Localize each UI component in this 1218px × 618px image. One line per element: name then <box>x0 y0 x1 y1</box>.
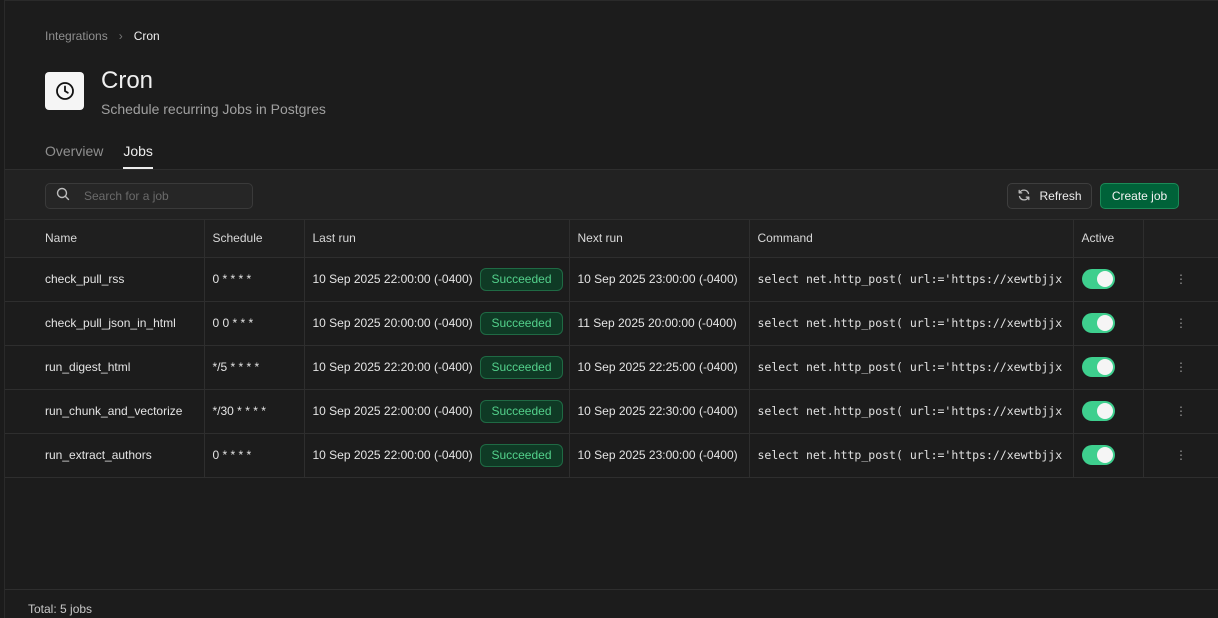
job-next-run: 10 Sep 2025 23:00:00 (-0400) <box>569 433 750 478</box>
job-name: check_pull_json_in_html <box>5 301 205 346</box>
refresh-icon <box>1017 188 1031 205</box>
column-header-last-run[interactable]: Last run <box>304 220 570 258</box>
status-badge: Succeeded <box>480 267 563 291</box>
jobs-toolbar: Refresh Create job <box>5 169 1218 220</box>
job-next-run: 10 Sep 2025 23:00:00 (-0400) <box>569 257 750 302</box>
main-frame: Integrations › Cron Cron Schedule recurr… <box>4 0 1218 618</box>
table-header-row: Name Schedule Last run Next run Command … <box>5 220 1218 258</box>
job-name: run_digest_html <box>5 345 205 390</box>
table-row[interactable]: run_digest_html */5 * * * * 10 Sep 2025 … <box>5 345 1218 390</box>
job-last-run: 10 Sep 2025 22:00:00 (-0400) Succeeded <box>304 257 570 302</box>
job-last-run: 10 Sep 2025 22:00:00 (-0400) Succeeded <box>304 389 570 434</box>
toggle-knob <box>1096 271 1113 287</box>
toggle-knob <box>1096 359 1113 375</box>
table-row[interactable]: run_extract_authors 0 * * * * 10 Sep 202… <box>5 433 1218 478</box>
last-run-time: 10 Sep 2025 22:00:00 (-0400) <box>312 448 473 462</box>
job-name: check_pull_rss <box>5 257 205 302</box>
status-badge: Succeeded <box>480 355 563 379</box>
kebab-icon[interactable]: ⋮ <box>1143 257 1218 302</box>
job-active <box>1073 389 1144 434</box>
jobs-table: Name Schedule Last run Next run Command … <box>5 220 1218 478</box>
refresh-button[interactable]: Refresh <box>1007 183 1092 209</box>
job-name: run_chunk_and_vectorize <box>5 389 205 434</box>
job-active <box>1073 433 1144 478</box>
job-active <box>1073 257 1144 302</box>
kebab-icon[interactable]: ⋮ <box>1143 389 1218 434</box>
job-last-run: 10 Sep 2025 20:00:00 (-0400) Succeeded <box>304 301 570 346</box>
search-input[interactable] <box>84 189 234 203</box>
active-toggle[interactable] <box>1081 445 1115 465</box>
active-toggle[interactable] <box>1081 313 1115 333</box>
column-header-active[interactable]: Active <box>1073 220 1144 258</box>
create-job-button[interactable]: Create job <box>1100 183 1179 209</box>
job-command: select net.http_post( url:='https://xewt… <box>749 301 1074 346</box>
job-command: select net.http_post( url:='https://xewt… <box>749 345 1074 390</box>
job-last-run: 10 Sep 2025 22:20:00 (-0400) Succeeded <box>304 345 570 390</box>
active-toggle[interactable] <box>1081 269 1115 289</box>
refresh-label: Refresh <box>1039 189 1082 203</box>
table-row[interactable]: check_pull_json_in_html 0 0 * * * 10 Sep… <box>5 301 1218 346</box>
toggle-knob <box>1096 315 1113 331</box>
status-badge: Succeeded <box>480 443 563 467</box>
job-schedule: 0 * * * * <box>204 433 305 478</box>
column-header-next-run[interactable]: Next run <box>569 220 750 258</box>
job-command: select net.http_post( url:='https://xewt… <box>749 257 1074 302</box>
tab-overview[interactable]: Overview <box>45 143 103 169</box>
job-command: select net.http_post( url:='https://xewt… <box>749 433 1074 478</box>
column-header-command[interactable]: Command <box>749 220 1074 258</box>
page-subtitle: Schedule recurring Jobs in Postgres <box>101 101 326 117</box>
job-schedule: 0 0 * * * <box>204 301 305 346</box>
status-badge: Succeeded <box>480 311 563 335</box>
toggle-knob <box>1096 403 1113 419</box>
active-toggle[interactable] <box>1081 357 1115 377</box>
last-run-time: 10 Sep 2025 20:00:00 (-0400) <box>312 316 473 330</box>
job-active <box>1073 345 1144 390</box>
breadcrumb-current: Cron <box>133 29 160 43</box>
table-row[interactable]: run_chunk_and_vectorize */30 * * * * 10 … <box>5 389 1218 434</box>
kebab-icon[interactable]: ⋮ <box>1143 301 1218 346</box>
kebab-icon[interactable]: ⋮ <box>1143 345 1218 390</box>
active-toggle[interactable] <box>1081 401 1115 421</box>
last-run-time: 10 Sep 2025 22:20:00 (-0400) <box>312 360 473 374</box>
job-schedule: */30 * * * * <box>204 389 305 434</box>
table-footer: Total: 5 jobs <box>5 589 1218 618</box>
tab-bar: Overview Jobs <box>45 143 153 169</box>
clock-icon <box>45 72 84 110</box>
column-header-name[interactable]: Name <box>5 220 205 258</box>
search-box <box>45 183 253 209</box>
total-jobs-count: Total: 5 jobs <box>28 602 93 616</box>
job-schedule: */5 * * * * <box>204 345 305 390</box>
job-active <box>1073 301 1144 346</box>
column-header-schedule[interactable]: Schedule <box>204 220 305 258</box>
column-header-actions <box>1143 220 1218 258</box>
job-next-run: 10 Sep 2025 22:25:00 (-0400) <box>569 345 750 390</box>
job-name: run_extract_authors <box>5 433 205 478</box>
last-run-time: 10 Sep 2025 22:00:00 (-0400) <box>312 272 473 286</box>
kebab-icon[interactable]: ⋮ <box>1143 433 1218 478</box>
job-schedule: 0 * * * * <box>204 257 305 302</box>
job-next-run: 11 Sep 2025 20:00:00 (-0400) <box>569 301 750 346</box>
job-next-run: 10 Sep 2025 22:30:00 (-0400) <box>569 389 750 434</box>
status-badge: Succeeded <box>480 399 563 423</box>
page-header: Integrations › Cron Cron Schedule recurr… <box>5 1 1218 169</box>
breadcrumb: Integrations › Cron <box>45 29 160 43</box>
tab-jobs[interactable]: Jobs <box>123 143 153 169</box>
breadcrumb-integrations[interactable]: Integrations <box>45 29 108 43</box>
page-title: Cron <box>101 67 154 94</box>
search-icon <box>56 187 70 206</box>
table-row[interactable]: check_pull_rss 0 * * * * 10 Sep 2025 22:… <box>5 257 1218 302</box>
chevron-right-icon: › <box>118 29 123 43</box>
last-run-time: 10 Sep 2025 22:00:00 (-0400) <box>312 404 473 418</box>
toggle-knob <box>1096 447 1113 463</box>
job-command: select net.http_post( url:='https://xewt… <box>749 389 1074 434</box>
job-last-run: 10 Sep 2025 22:00:00 (-0400) Succeeded <box>304 433 570 478</box>
